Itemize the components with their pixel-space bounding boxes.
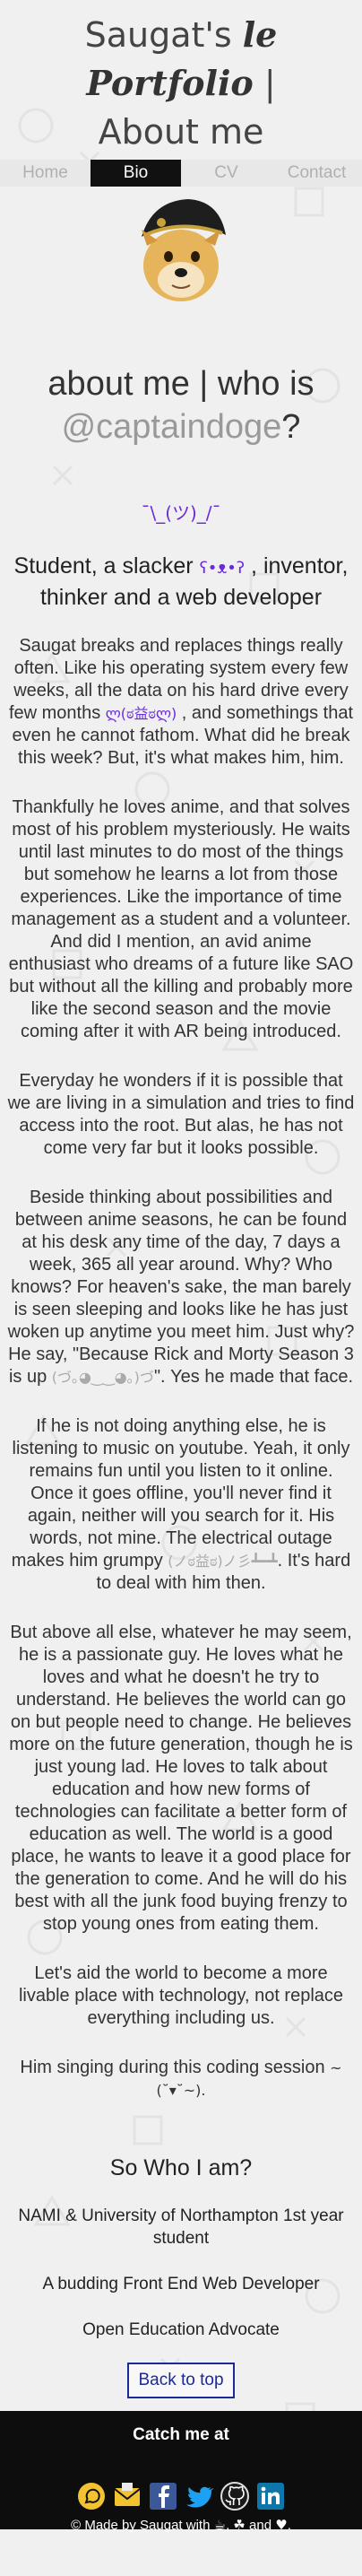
bio-paragraph: Him singing during this coding session ~…	[0, 2057, 362, 2102]
bio-paragraph: Let's aid the world to become a more liv…	[18, 1963, 344, 2028]
avatar-wrap	[0, 192, 362, 309]
social-icons	[0, 2481, 362, 2511]
title-separator: |	[253, 64, 276, 103]
facebook-icon[interactable]	[148, 2481, 178, 2511]
handle-text: @captaindoge	[61, 408, 282, 446]
who-line: A budding Front End Web Developer	[42, 2275, 320, 2293]
mail-icon[interactable]	[112, 2481, 142, 2511]
tab-contact[interactable]: Contact	[272, 160, 362, 187]
back-to-top-wrap: Back to top	[0, 2363, 362, 2398]
bio-paragraph: Beside thinking about possibilities and …	[0, 1187, 362, 1388]
catch-me-heading: Catch me at	[133, 2425, 229, 2444]
bio-paragraph: If he is not doing anything else, he is …	[0, 1415, 362, 1595]
nav-tabs: Home Bio CV Contact	[0, 160, 362, 187]
table-flip-emoticon: (ノಠ益ಠ)ノ彡┻━┻	[168, 1553, 278, 1570]
bio-paragraph: But above all else, whatever he may seem…	[9, 1623, 353, 1934]
about-heading-qmark: ?	[281, 408, 301, 446]
made-by-end: .	[287, 2518, 291, 2533]
bio-paragraph: Everyday he wonders if it is possible th…	[7, 1071, 355, 1158]
bio-text: Beside thinking about possibilities and …	[7, 1188, 355, 1387]
bio-text: ". Yes he made that face.	[153, 1367, 353, 1387]
tab-cv[interactable]: CV	[181, 160, 272, 187]
tab-bio[interactable]: Bio	[90, 160, 181, 187]
tagline-pre: Student, a slacker	[13, 553, 200, 579]
title-prefix: Saugat's	[84, 15, 243, 55]
footer: Catch me at © Made by Saugat with ☕, ☘ a…	[0, 2411, 362, 2533]
page-title: Saugat's le Portfolio | About me	[0, 0, 362, 160]
made-by-text: © Made by Saugat with ☕, ☘ and ♥.	[0, 2517, 362, 2533]
tab-home[interactable]: Home	[0, 160, 90, 187]
page: Saugat's le Portfolio | About me Home Bi…	[0, 0, 362, 2533]
angry-emoticon: ლ(ಠ益ಠლ)	[105, 705, 177, 722]
bio-paragraph: Thankfully he loves anime, and that solv…	[8, 797, 354, 1041]
bio-section: Saugat breaks and replaces things really…	[0, 635, 362, 2102]
about-heading-text: about me | who is	[47, 365, 315, 403]
shrug-emoticon: ¯\_(ツ)_/¯	[141, 502, 221, 524]
twitter-icon[interactable]	[184, 2481, 214, 2511]
made-by-and: and	[245, 2518, 276, 2533]
bio-text: If he is not doing anything else, he is …	[11, 1416, 350, 1571]
about-heading: about me | who is @captaindoge?	[0, 362, 362, 448]
linkedin-icon[interactable]	[255, 2481, 286, 2511]
who-heading: So Who I am?	[109, 2155, 253, 2180]
made-by-prefix: © Made by Saugat with	[71, 2518, 214, 2533]
who-line: Open Education Advocate	[82, 2320, 280, 2339]
coffee-icon: ☕	[213, 2517, 227, 2533]
whatsapp-icon[interactable]	[76, 2481, 107, 2511]
back-to-top-button[interactable]: Back to top	[127, 2363, 235, 2398]
github-icon[interactable]	[220, 2481, 250, 2511]
bio-text: Him singing during this coding session	[20, 2058, 331, 2077]
hug-emoticon: (づ｡◕‿‿◕｡)づ	[51, 1369, 154, 1386]
sparkle-icon: ☘	[233, 2517, 246, 2533]
bio-paragraph: Saugat breaks and replaces things really…	[0, 635, 362, 770]
bear-emoticon: ʕ•ᴥ•ʔ	[199, 559, 246, 578]
tagline: Student, a slacker ʕ•ᴥ•ʔ , inventor, thi…	[0, 552, 362, 612]
who-line: NAMI & University of Northampton 1st yea…	[18, 2206, 344, 2248]
avatar	[142, 199, 226, 301]
heart-icon: ♥	[275, 2517, 288, 2533]
page-subtitle: About me	[98, 112, 264, 152]
